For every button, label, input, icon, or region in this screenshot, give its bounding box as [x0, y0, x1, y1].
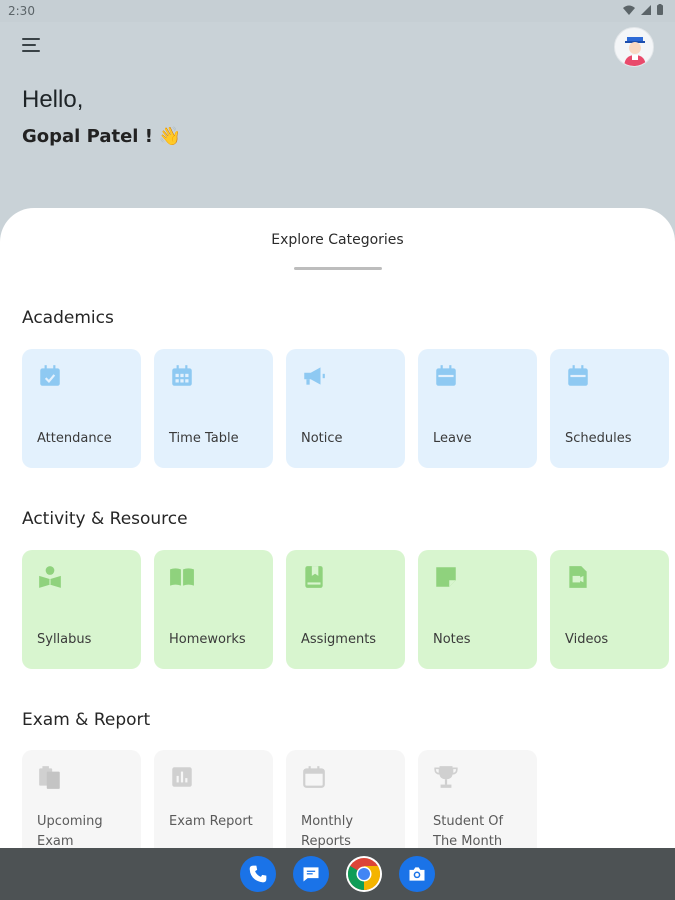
tile-label: Schedules [565, 431, 632, 446]
clipboards-icon [39, 766, 60, 789]
academics-row: Attendance Time Table Notice Leave Sched… [22, 349, 669, 468]
tile-label: Student Of The Month [433, 814, 504, 849]
book-open-icon [170, 568, 194, 586]
calendar-icon [303, 766, 325, 788]
trophy-icon [434, 766, 458, 788]
tile-syllabus[interactable]: Syllabus [22, 550, 141, 669]
tile-label: Upcoming Exam [37, 814, 103, 849]
tile-label: Syllabus [37, 632, 92, 647]
wifi-icon [623, 5, 635, 15]
tile-label: Homeworks [169, 632, 246, 647]
tile-notes[interactable]: Notes [418, 550, 537, 669]
header: Hello, Gopal Patel ! 👋 [0, 22, 675, 222]
camera-icon[interactable] [399, 856, 435, 892]
battery-icon [657, 4, 663, 15]
video-file-icon [569, 566, 587, 588]
bar-chart-icon [172, 767, 192, 787]
tile-homeworks[interactable]: Homeworks [154, 550, 273, 669]
categories-sheet: Explore Categories Academics Attendance … [0, 208, 675, 869]
tile-notice[interactable]: Notice [286, 349, 405, 468]
tile-label: Exam Report [169, 814, 253, 829]
tile-label: Videos [565, 632, 609, 647]
tile-label: Time Table [169, 431, 239, 446]
section-title-activity: Activity & Resource [22, 509, 188, 529]
calendar-icon [436, 365, 456, 386]
section-title-exam: Exam & Report [22, 710, 151, 730]
status-icons [623, 4, 663, 15]
wave-emoji: 👋 [158, 126, 182, 147]
tile-label: Notice [301, 431, 343, 446]
tile-label: Monthly Reports [301, 814, 354, 849]
calendar-check-icon [40, 365, 60, 386]
sheet-title: Explore Categories [271, 232, 404, 248]
tile-label: Notes [433, 632, 471, 647]
calendar-grid-icon [172, 365, 192, 386]
tile-label: Attendance [37, 431, 112, 446]
greeting-text: Hello, [22, 86, 84, 113]
messages-icon[interactable] [293, 856, 329, 892]
section-title-academics: Academics [22, 308, 114, 328]
phone-icon[interactable] [240, 856, 276, 892]
tile-time-table[interactable]: Time Table [154, 349, 273, 468]
sheet-handle[interactable] [294, 267, 382, 270]
calendar-icon [568, 365, 588, 386]
tile-schedules[interactable]: Schedules [550, 349, 669, 468]
dock [240, 856, 435, 892]
activity-row: Syllabus Homeworks Assigments Notes Vide… [22, 550, 669, 669]
reader-icon [39, 566, 61, 588]
note-icon [436, 567, 456, 587]
status-bar: 2:30 [0, 0, 675, 22]
avatar[interactable] [614, 27, 654, 67]
chrome-icon[interactable] [346, 856, 382, 892]
user-name-text: Gopal Patel ! [22, 126, 153, 147]
tile-label: Leave [433, 431, 472, 446]
nav-bar [0, 848, 675, 900]
signal-icon [641, 4, 651, 15]
tile-attendance[interactable]: Attendance [22, 349, 141, 468]
user-name: Gopal Patel ! 👋 [22, 126, 181, 147]
tile-label: Assigments [301, 632, 377, 647]
tile-assigments[interactable]: Assigments [286, 550, 405, 669]
book-bookmark-icon [305, 566, 323, 588]
menu-icon[interactable] [22, 38, 44, 56]
megaphone-icon [304, 367, 325, 385]
tile-videos[interactable]: Videos [550, 550, 669, 669]
status-time: 2:30 [8, 4, 35, 18]
tile-leave[interactable]: Leave [418, 349, 537, 468]
